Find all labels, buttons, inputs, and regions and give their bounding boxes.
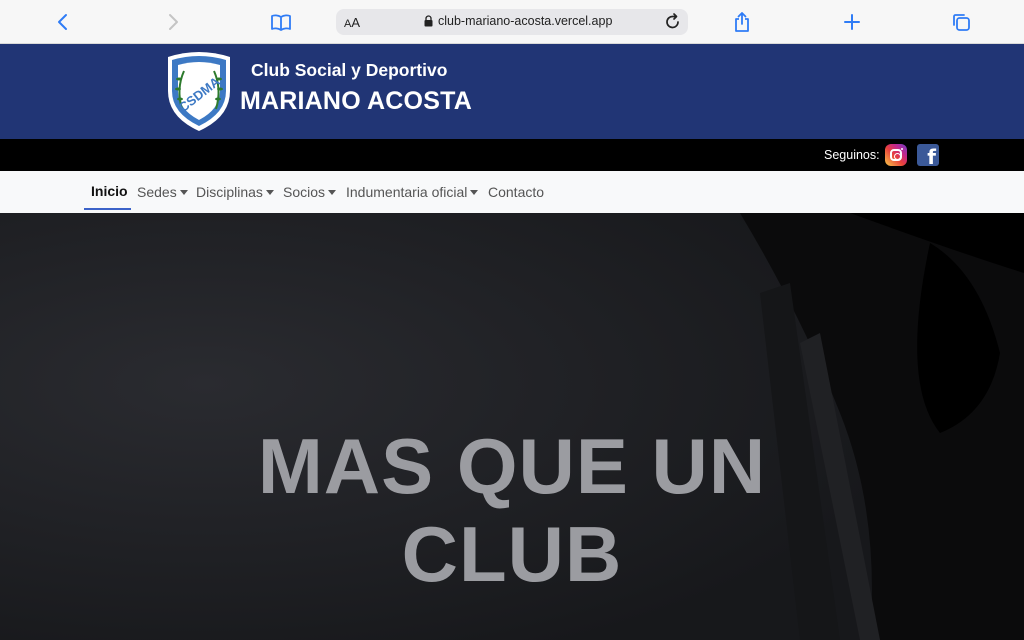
- club-crest-logo[interactable]: CSDMA: [162, 49, 236, 133]
- hero-heading-line-1: MAS QUE UN: [257, 422, 767, 510]
- lock-icon: [424, 15, 433, 27]
- text-size-button[interactable]: AA: [344, 15, 360, 30]
- browser-toolbar: AA club-mariano-acosta.vercel.app: [0, 0, 1024, 44]
- url-text: club-mariano-acosta.vercel.app: [438, 14, 613, 28]
- club-subtitle: Club Social y Deportivo: [251, 60, 448, 80]
- tabs-overview-icon[interactable]: [948, 9, 974, 35]
- chevron-down-icon: [179, 190, 188, 195]
- active-tab-indicator: [84, 208, 131, 210]
- chevron-down-icon: [265, 190, 274, 195]
- nav-item-contacto[interactable]: Contacto: [488, 184, 544, 200]
- hero-heading-line-2: CLUB: [401, 510, 623, 598]
- chevron-down-icon: [470, 190, 479, 195]
- nav-item-disciplinas[interactable]: Disciplinas: [196, 184, 274, 200]
- nav-item-indumentaria[interactable]: Indumentaria oficial: [346, 184, 479, 200]
- share-icon[interactable]: [729, 9, 755, 35]
- main-nav: Inicio Sedes Disciplinas Socios Indument…: [0, 171, 1024, 213]
- hero-banner: MAS QUE UN CLUB: [0, 213, 1024, 640]
- nav-item-socios[interactable]: Socios: [283, 184, 337, 200]
- bookmarks-icon[interactable]: [268, 9, 294, 35]
- social-bar: Seguinos: f: [0, 139, 1024, 171]
- new-tab-icon[interactable]: [839, 9, 865, 35]
- club-title: MARIANO ACOSTA: [240, 87, 472, 115]
- reload-icon[interactable]: [664, 12, 682, 37]
- chevron-down-icon: [328, 190, 337, 195]
- forward-icon[interactable]: [160, 9, 186, 35]
- address-bar[interactable]: AA club-mariano-acosta.vercel.app: [336, 9, 688, 35]
- nav-item-sedes[interactable]: Sedes: [137, 184, 188, 200]
- nav-item-inicio[interactable]: Inicio: [91, 183, 128, 199]
- back-icon[interactable]: [50, 9, 76, 35]
- instagram-icon[interactable]: [885, 144, 907, 166]
- facebook-icon[interactable]: f: [917, 144, 939, 166]
- site-header: CSDMA Club Social y Deportivo MARIANO AC…: [0, 44, 1024, 139]
- follow-label: Seguinos:: [824, 148, 880, 162]
